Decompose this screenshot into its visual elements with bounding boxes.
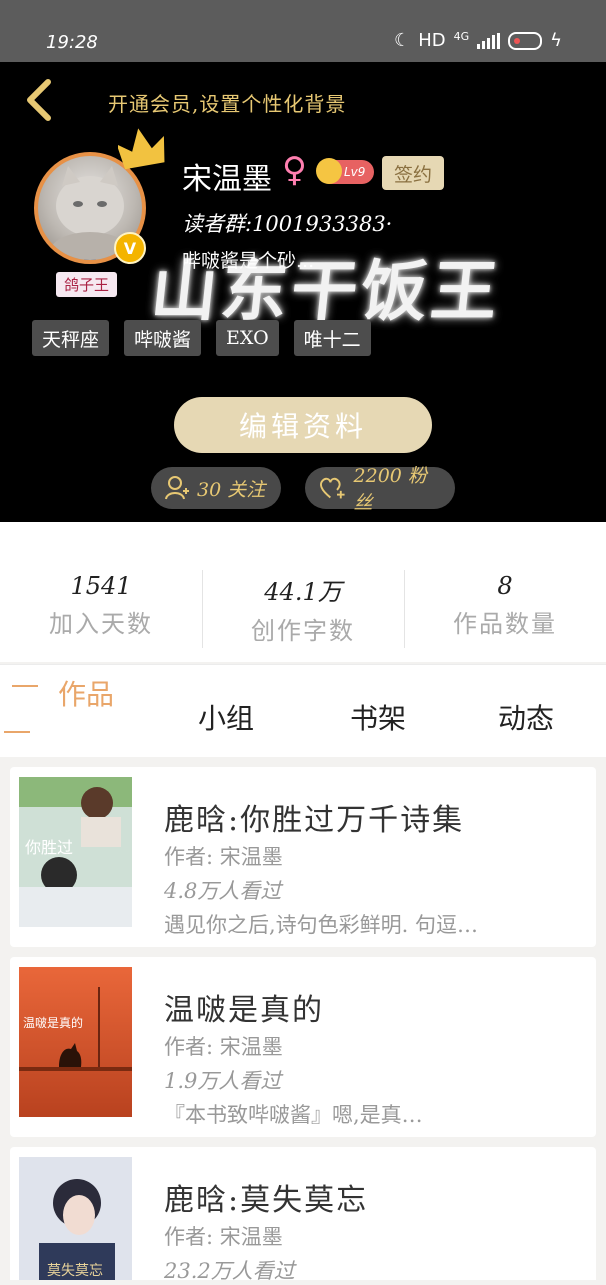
tab-activity[interactable]: 动态: [498, 697, 554, 737]
book-author: 作者: 宋温墨: [164, 845, 283, 869]
book-title: 鹿晗:莫失莫忘: [164, 1183, 369, 1218]
book-card[interactable]: 莫失莫忘 鹿晗:莫失莫忘 作者: 宋温墨 23.2万人看过: [10, 1147, 596, 1283]
stat-label: 创作字数: [251, 617, 355, 645]
crown-icon: [118, 128, 165, 170]
book-cover-image: 莫失莫忘: [19, 1157, 132, 1280]
level-badge: Lv9: [316, 158, 374, 184]
network-label: HD: [418, 30, 446, 51]
book-title: 鹿晗:你胜过万千诗集: [164, 803, 465, 838]
book-cover-image: 温啵是真的: [19, 967, 132, 1117]
female-gender-icon: ♀: [282, 150, 307, 190]
svg-text:莫失莫忘: 莫失莫忘: [47, 1263, 103, 1279]
svg-text:你胜过: 你胜过: [25, 838, 73, 857]
network-gen: 4G: [453, 30, 470, 43]
fans-button[interactable]: 2200 粉丝: [305, 465, 455, 514]
book-views: 23.2万人看过: [164, 1259, 295, 1283]
vip-background-hint[interactable]: 开通会员,设置个性化背景: [108, 88, 346, 117]
book-cover: 你胜过: [19, 777, 132, 927]
svg-text:温啵是真的: 温啵是真的: [23, 1015, 83, 1030]
verified-badge: V: [114, 232, 146, 264]
title-badge: 鸽子王: [56, 272, 118, 297]
status-bar: 19:28 ☾ HD 4G ϟ: [0, 0, 606, 62]
tab-bookshelf[interactable]: 书架: [350, 697, 406, 737]
stat-word-count: 44.1万 创作字数: [202, 572, 404, 646]
tag-list: 天秤座 哔啵酱 EXO 唯十二: [32, 320, 371, 356]
tag-item[interactable]: 唯十二: [293, 320, 371, 356]
battery-icon: [508, 31, 543, 50]
stat-join-days: 1541 加入天数: [0, 572, 202, 639]
book-description: 遇见你之后,诗句色彩鲜明. 句逗…: [164, 913, 479, 937]
book-title: 温啵是真的: [164, 993, 324, 1028]
book-cover-image: 你胜过: [19, 777, 132, 927]
following-button[interactable]: 30 关注: [151, 467, 281, 509]
stats-bar: 1541 加入天数 44.1万 创作字数 8 作品数量: [0, 522, 606, 662]
active-tab-indicator: [4, 731, 30, 733]
add-user-icon: [165, 476, 189, 500]
active-tab-indicator: [12, 685, 38, 687]
profile-header: 开通会员,设置个性化背景 V 鸽子王 宋温墨 ♀ Lv9 签约 读者群:1001…: [0, 62, 606, 522]
status-icons: ☾ HD 4G ϟ: [394, 30, 562, 51]
stat-value: 8: [497, 572, 513, 600]
back-icon[interactable]: [20, 78, 60, 122]
book-author: 作者: 宋温墨: [164, 1225, 283, 1249]
charging-icon: ϟ: [550, 30, 562, 51]
stat-label: 作品数量: [453, 610, 557, 638]
tag-item[interactable]: 天秤座: [32, 320, 110, 356]
book-cover: 莫失莫忘: [19, 1157, 132, 1280]
book-cover: 温啵是真的: [19, 967, 132, 1117]
stat-value: 1541: [70, 572, 132, 600]
tab-works[interactable]: 作品: [58, 673, 114, 713]
tag-item[interactable]: 哔啵酱: [124, 320, 202, 356]
signal-icon: [477, 32, 501, 49]
book-views: 1.9万人看过: [164, 1069, 282, 1093]
reader-group[interactable]: 读者群:1001933383·: [182, 208, 392, 238]
heart-plus-icon: [320, 477, 345, 499]
profile-tabs: 作品 小组 书架 动态: [0, 664, 606, 757]
stat-value: 44.1万: [264, 578, 342, 606]
edit-profile-button[interactable]: 编辑资料: [174, 397, 432, 453]
fans-label: 2200 粉丝: [353, 465, 427, 514]
book-card[interactable]: 你胜过 鹿晗:你胜过万千诗集 作者: 宋温墨 4.8万人看过 遇见你之后,诗句色…: [10, 767, 596, 947]
book-author: 作者: 宋温墨: [164, 1035, 283, 1059]
moon-icon: ☾: [394, 30, 411, 51]
level-text: Lv9: [344, 165, 366, 179]
status-time: 19:28: [46, 32, 98, 53]
signed-author-button[interactable]: 签约: [382, 156, 444, 190]
book-description: 『本书致哔啵酱』嗯,是真…: [164, 1103, 423, 1127]
tag-item[interactable]: EXO: [216, 320, 279, 356]
book-views: 4.8万人看过: [164, 879, 282, 903]
tab-groups[interactable]: 小组: [198, 697, 254, 737]
level-crown-icon: [316, 158, 342, 184]
username: 宋温墨: [182, 162, 272, 197]
stat-label: 加入天数: [49, 610, 153, 638]
stat-works-count: 8 作品数量: [404, 572, 606, 639]
book-card[interactable]: 温啵是真的 温啵是真的 作者: 宋温墨 1.9万人看过 『本书致哔啵酱』嗯,是真…: [10, 957, 596, 1137]
following-label: 30 关注: [197, 478, 266, 501]
